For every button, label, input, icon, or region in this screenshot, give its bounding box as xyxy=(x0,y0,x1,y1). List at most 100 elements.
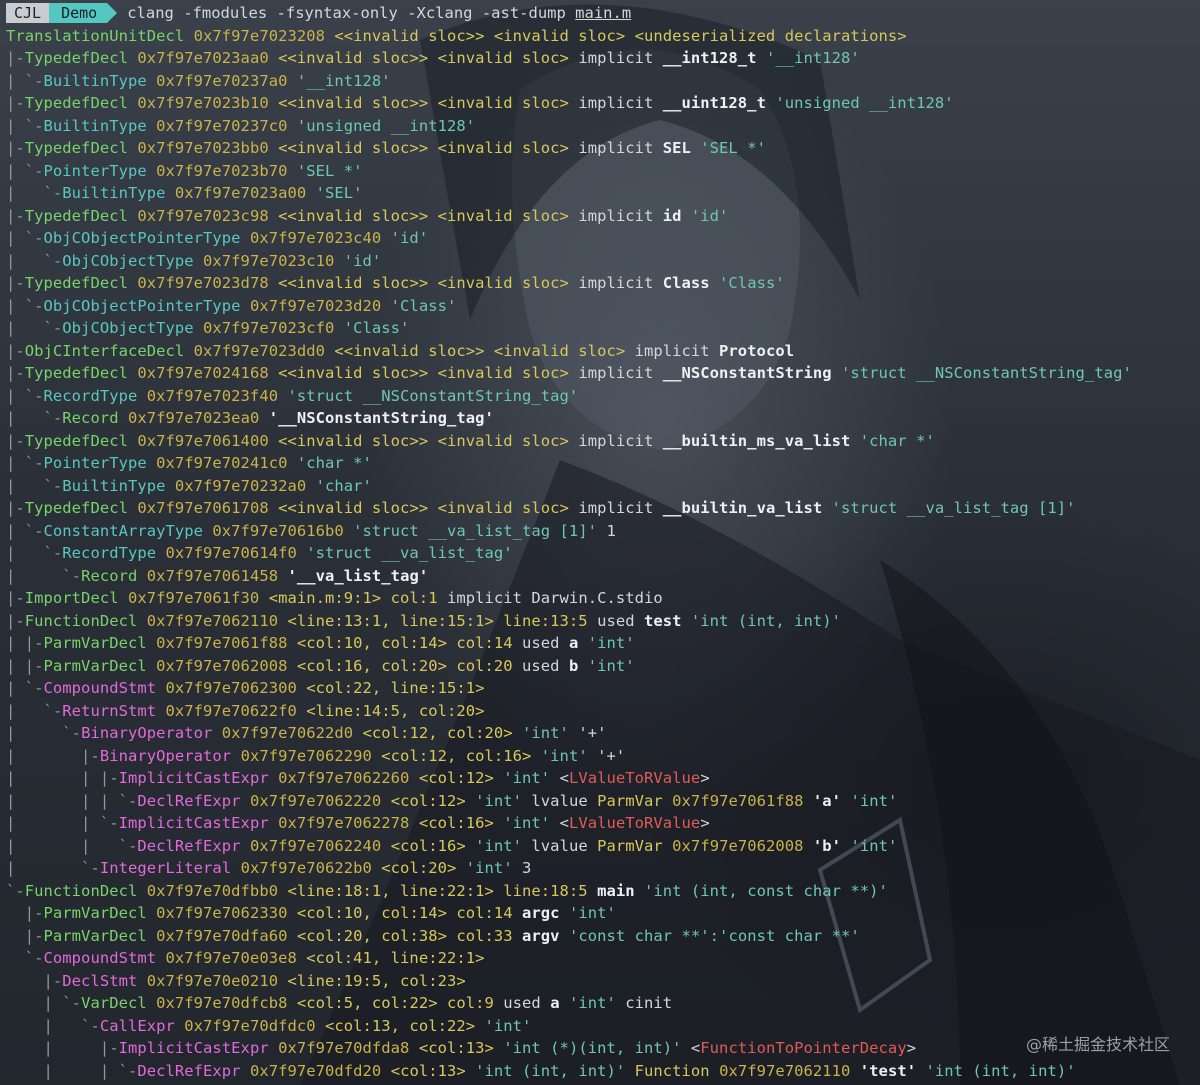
ast-line: |-TypedefDecl 0x7f97e7023bb0 <<invalid s… xyxy=(6,137,1200,160)
ast-token-tree: | `- xyxy=(6,116,44,135)
ast-token-addr: 0x7f97e7023cf0 xyxy=(203,319,344,337)
ast-token-loc: <col:10, col:14> col:14 xyxy=(296,904,523,922)
ast-token-addr: 0x7f97e7023d20 xyxy=(249,296,391,315)
ast-token-tree: | `- xyxy=(6,409,63,427)
ast-line: | `-RecordType 0x7f97e7023f40 'struct __… xyxy=(6,385,1200,408)
ast-token-tree: | | `- xyxy=(6,1061,138,1080)
ast-token-bold: test xyxy=(644,611,691,630)
ast-token-loc: <<invalid sloc>> <invalid sloc> xyxy=(278,499,579,517)
ast-token-node-cyan: BuiltinType xyxy=(43,116,157,135)
ast-token-quote: 'SEL *' xyxy=(296,161,363,180)
ast-token-loc: <col:12> xyxy=(390,791,476,810)
ast-token-addr: 0x7f97e70622f0 xyxy=(165,701,307,720)
ast-token-quote: 'int' xyxy=(475,791,532,810)
terminal-window[interactable]: CJL Demo clang -fmodules -fsyntax-only -… xyxy=(0,0,1200,1085)
ast-token-node-magenta: CompoundStmt xyxy=(43,679,166,697)
ast-token-quote: 'int' xyxy=(503,814,560,832)
ast-token-cast: FunctionToPointerDecay xyxy=(700,1039,907,1057)
ast-token-node-green: TypedefDecl xyxy=(24,49,138,67)
ast-token-bold: main xyxy=(597,881,644,900)
ast-token-node-cyan: RecordType xyxy=(43,386,147,405)
ast-token-node-green: FunctionDecl xyxy=(24,611,147,630)
ast-token-node-green: ObjCInterfaceDecl xyxy=(24,341,194,360)
ast-token-bold: '__va_list_tag' xyxy=(287,566,429,585)
ast-token-loc: <col:13> xyxy=(390,1061,476,1080)
ast-token-loc: Function xyxy=(634,1061,720,1080)
ast-line: | `-RecordType 0x7f97e70614f0 'struct __… xyxy=(6,542,1200,565)
ast-token-node-magenta: DeclRefExpr xyxy=(137,791,250,810)
ast-line: |-TypedefDecl 0x7f97e7023b10 <<invalid s… xyxy=(6,92,1200,115)
ast-line: | `-PointerType 0x7f97e70241c0 'char *' xyxy=(6,452,1200,475)
prompt-file-link[interactable]: main.m xyxy=(575,4,631,22)
ast-token-node-green: TypedefDecl xyxy=(24,139,138,157)
ast-token-tree: |- xyxy=(6,971,63,990)
ast-token-tree: | | `- xyxy=(6,836,138,855)
ast-token-tree: | `- xyxy=(6,251,63,270)
ast-token-node-magenta: ImplicitCastExpr xyxy=(118,1039,279,1057)
ast-token-loc: <<invalid sloc>> <invalid sloc> xyxy=(278,139,579,157)
ast-token-tree: | `- xyxy=(6,476,63,495)
ast-token-node-cyan: ObjCObjectType xyxy=(62,319,204,337)
shell-prompt: CJL Demo clang -fmodules -fsyntax-only -… xyxy=(6,2,1200,25)
ast-token-bold: 'a' xyxy=(812,791,851,810)
ast-token-bold: __uint128_t xyxy=(662,94,776,112)
ast-token-node-green: Record xyxy=(81,566,147,585)
ast-token-quote: 'int' xyxy=(475,836,532,855)
ast-token-tree: | |- xyxy=(6,1039,119,1057)
ast-token-plain: lvalue xyxy=(531,791,598,810)
ast-token-tree: | `- xyxy=(6,161,44,180)
ast-token-addr: 0x7f97e70dfcb8 xyxy=(156,994,297,1012)
prompt-host: CJL xyxy=(6,3,50,24)
ast-token-addr: 0x7f97e70232a0 xyxy=(174,476,316,495)
ast-token-quote: 'struct __va_list_tag [1]' xyxy=(353,521,607,540)
ast-token-plain: implicit xyxy=(578,206,663,225)
ast-token-loc: <col:22, line:15:1> xyxy=(306,679,485,697)
ast-token-tree: |- xyxy=(6,94,25,112)
ast-token-bold: 'b' xyxy=(812,836,851,855)
ast-line: | `-ConstantArrayType 0x7f97e70616b0 'st… xyxy=(6,520,1200,543)
ast-token-plain: > xyxy=(906,1039,917,1057)
ast-token-node-green: TypedefDecl xyxy=(24,206,138,225)
ast-token-tree: | |- xyxy=(6,656,44,675)
ast-token-quote: 'int' xyxy=(850,836,898,855)
ast-line: | |-ParmVarDecl 0x7f97e7062008 <col:16, … xyxy=(6,655,1200,678)
ast-token-addr: 0x7f97e7061f88 xyxy=(156,634,297,652)
ast-token-quote: 'int (int, int)' xyxy=(925,1061,1076,1080)
ast-token-quote: 'int' xyxy=(568,904,616,922)
ast-token-loc: <col:13, col:22> xyxy=(325,1016,485,1035)
ast-token-bold: __int128_t xyxy=(662,49,766,67)
ast-token-plain: implicit xyxy=(634,341,720,360)
ast-line: | | `-ImplicitCastExpr 0x7f97e7062278 <c… xyxy=(6,812,1200,835)
ast-token-tree: | `- xyxy=(6,724,82,742)
ast-token-quote: 'Class' xyxy=(719,274,785,292)
ast-token-addr: 0x7f97e7023aa0 xyxy=(137,49,279,67)
ast-token-tree: | `- xyxy=(6,701,63,720)
ast-token-tree: | `- xyxy=(6,386,44,405)
ast-token-bold: __builtin_va_list xyxy=(662,499,832,517)
ast-line: | `-BinaryOperator 0x7f97e70622d0 <col:1… xyxy=(6,722,1200,745)
ast-token-node-cyan: BuiltinType xyxy=(62,184,175,202)
ast-token-plain: > xyxy=(700,769,710,787)
ast-token-addr: 0x7f97e7023c10 xyxy=(203,251,344,270)
ast-line: `-FunctionDecl 0x7f97e70dfbb0 <line:18:1… xyxy=(6,880,1200,903)
ast-token-node-green: ParmVarDecl xyxy=(43,926,157,945)
ast-token-quote: 'char *' xyxy=(296,454,372,472)
ast-line: | `-Record 0x7f97e7023ea0 '__NSConstantS… xyxy=(6,407,1200,430)
ast-line: | `-PointerType 0x7f97e7023b70 'SEL *' xyxy=(6,160,1200,183)
ast-token-bold: Protocol xyxy=(719,341,795,360)
ast-token-addr: 0x7f97e7061f30 xyxy=(127,589,269,607)
ast-token-tree: |- xyxy=(6,139,25,157)
ast-line: |-FunctionDecl 0x7f97e7062110 <line:13:1… xyxy=(6,610,1200,633)
ast-token-quote: 'id' xyxy=(690,206,729,225)
ast-token-loc: <<invalid sloc>> <invalid sloc> xyxy=(278,364,579,382)
ast-token-node-green: ImportDecl xyxy=(24,589,128,607)
ast-token-tree: |- xyxy=(6,341,25,360)
ast-line: | |-ParmVarDecl 0x7f97e7061f88 <col:10, … xyxy=(6,632,1200,655)
ast-line: | `-BuiltinType 0x7f97e7023a00 'SEL' xyxy=(6,182,1200,205)
ast-token-quote: 'int' xyxy=(465,859,523,877)
ast-token-quote: 'id' xyxy=(343,251,382,270)
ast-token-loc: <line:19:5, col:23> xyxy=(287,971,466,990)
ast-token-addr: 0x7f97e7062278 xyxy=(278,814,419,832)
ast-token-loc: <main.m:9:1> col:1 xyxy=(268,589,447,607)
ast-line: | | | `-DeclRefExpr 0x7f97e7062220 <col:… xyxy=(6,790,1200,813)
